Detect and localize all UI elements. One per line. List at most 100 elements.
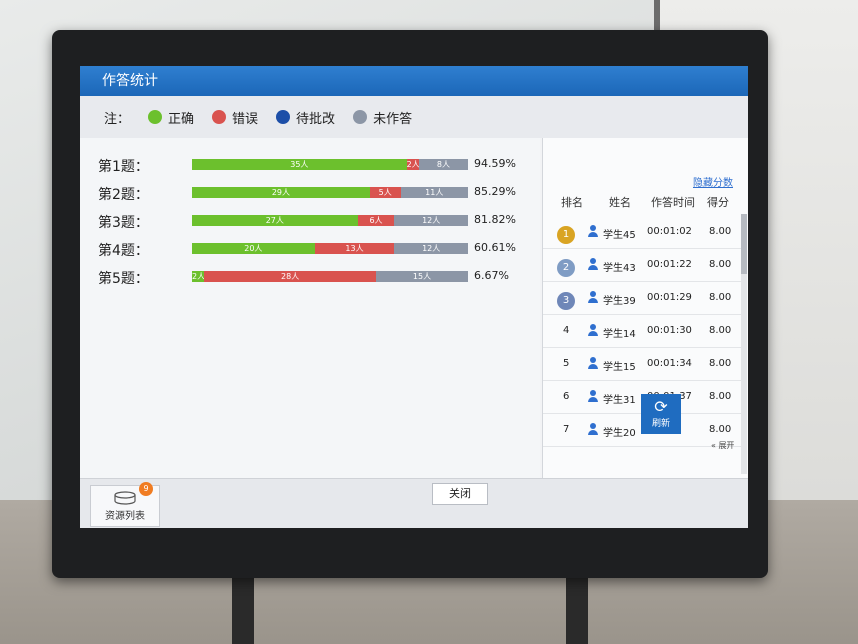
rank-number: 6 <box>563 391 570 402</box>
bar-segment-correct: 29人 <box>192 187 370 198</box>
legend-label-correct: 正确 <box>168 111 195 127</box>
bar-segment-undone: 15人 <box>375 271 468 282</box>
user-icon <box>588 357 598 369</box>
rank-number: 4 <box>563 325 570 336</box>
question-label: 第4题： <box>98 243 149 259</box>
question-label: 第1题： <box>98 159 149 175</box>
student-time: 00:01:02 <box>647 226 692 237</box>
legend: 注： 正确 错误 待批改 未作答 <box>80 96 748 138</box>
question-label: 第5题： <box>98 271 149 287</box>
user-icon <box>588 324 598 336</box>
header-time: 作答时间 <box>651 196 695 209</box>
legend-label-pending: 待批改 <box>296 111 336 127</box>
question-stats-panel: 第1题： 35人 2人 8人 94.59% 第2题： 29人 5人 11人 85.29% 第3题… <box>80 138 540 478</box>
ranking-panel: 隐藏分数 排名 姓名 作答时间 得分 1 学生45 00:01:02 8.00 2 学生4… <box>542 138 748 478</box>
ranking-row[interactable]: 4 学生14 00:01:30 8.00 <box>543 315 741 348</box>
student-time: 00:01:30 <box>647 325 692 336</box>
medal-silver-icon: 2 <box>557 259 575 277</box>
bar-segment-correct: 20人 <box>192 243 315 254</box>
legend-dot-undone <box>353 110 368 124</box>
question-row: 第5题： 2人 28人 15人 6.67% <box>98 268 528 288</box>
user-icon <box>588 225 598 237</box>
medal-gold-icon: 1 <box>557 226 575 244</box>
ranking-row[interactable]: 3 学生39 00:01:29 8.00 <box>543 282 741 315</box>
bar-segment-undone: 12人 <box>394 243 468 254</box>
user-icon <box>588 258 598 270</box>
student-score: 8.00 <box>709 391 732 402</box>
student-score: 8.00 <box>709 325 732 336</box>
student-score: 8.00 <box>709 292 732 303</box>
user-icon <box>588 423 598 435</box>
question-row: 第4题： 20人 13人 12人 60.61% <box>98 240 528 260</box>
question-percent: 6.67% <box>474 269 509 282</box>
legend-item-correct: 正确 <box>148 108 194 127</box>
bar-segment-wrong: 6人 <box>357 215 395 226</box>
student-time: 00:01:34 <box>647 358 692 369</box>
legend-label-undone: 未作答 <box>373 111 413 127</box>
resource-list-button[interactable]: 资源列表 9 <box>90 482 160 527</box>
bar-segment-wrong: 5人 <box>369 187 401 198</box>
question-label: 第3题： <box>98 215 149 231</box>
bar-segment-undone: 11人 <box>400 187 468 198</box>
question-bar: 2人 28人 15人 <box>192 271 468 282</box>
legend-item-pending: 待批改 <box>276 108 335 127</box>
bar-segment-correct: 2人 <box>192 271 205 282</box>
ranking-scrollbar[interactable] <box>741 214 747 474</box>
legend-item-undone: 未作答 <box>353 108 412 127</box>
refresh-label: 刷新 <box>651 419 670 429</box>
refresh-icon: ⟳ <box>654 397 668 416</box>
ranking-row[interactable]: 5 学生15 00:01:34 8.00 <box>543 348 741 381</box>
student-score: 8.00 <box>709 226 732 237</box>
header-name: 姓名 <box>609 196 631 209</box>
medal-bronze-icon: 3 <box>557 292 575 310</box>
student-score: 8.00 <box>709 259 732 270</box>
student-name: 学生15 <box>603 362 636 373</box>
rank-number: 7 <box>563 424 570 435</box>
question-row: 第3题： 27人 6人 12人 81.82% <box>98 212 528 232</box>
student-name: 学生14 <box>603 329 636 340</box>
question-bar: 35人 2人 8人 <box>192 159 468 170</box>
header-rank: 排名 <box>561 196 583 209</box>
legend-item-wrong: 错误 <box>212 108 258 127</box>
question-row: 第2题： 29人 5人 11人 85.29% <box>98 184 528 204</box>
ranking-row[interactable]: 1 学生45 00:01:02 8.00 <box>543 216 741 249</box>
bar-segment-wrong: 28人 <box>204 271 376 282</box>
expand-toggle[interactable]: « 展开 <box>711 440 734 451</box>
bar-segment-undone: 12人 <box>394 215 468 226</box>
window-title: 作答统计 <box>80 66 748 96</box>
screen: 作答统计 注： 正确 错误 待批改 未作答 第1题： 35人 2人 8人 94.59% … <box>80 66 748 528</box>
bar-segment-wrong: 13人 <box>314 243 395 254</box>
hide-score-link[interactable]: 隐藏分数 <box>693 174 733 189</box>
bar-segment-wrong: 2人 <box>406 159 419 170</box>
legend-prefix: 注： <box>104 111 131 127</box>
question-percent: 94.59% <box>474 157 516 170</box>
bottom-bar: 资源列表 9 关闭 <box>80 478 748 528</box>
user-icon <box>588 390 598 402</box>
refresh-button[interactable]: ⟳ 刷新 <box>641 394 681 434</box>
question-percent: 81.82% <box>474 213 516 226</box>
question-row: 第1题： 35人 2人 8人 94.59% <box>98 156 528 176</box>
question-label: 第2题： <box>98 187 149 203</box>
question-bar: 27人 6人 12人 <box>192 215 468 226</box>
student-time: 00:01:22 <box>647 259 692 270</box>
student-name: 学生20 <box>603 428 636 439</box>
student-time: 00:01:29 <box>647 292 692 303</box>
legend-dot-wrong <box>212 110 227 124</box>
resource-badge: 9 <box>139 482 153 496</box>
student-score: 8.00 <box>709 358 732 369</box>
question-percent: 85.29% <box>474 185 516 198</box>
resource-list-label: 资源列表 <box>105 511 145 522</box>
header-score: 得分 <box>707 196 729 209</box>
legend-dot-pending <box>276 110 291 124</box>
student-name: 学生39 <box>603 296 636 307</box>
question-bar: 29人 5人 11人 <box>192 187 468 198</box>
bar-segment-correct: 35人 <box>192 159 407 170</box>
bar-segment-correct: 27人 <box>192 215 358 226</box>
ranking-row[interactable]: 2 学生43 00:01:22 8.00 <box>543 249 741 282</box>
scrollbar-thumb[interactable] <box>741 214 747 274</box>
close-button[interactable]: 关闭 <box>432 483 488 505</box>
student-name: 学生31 <box>603 395 636 406</box>
rank-number: 5 <box>563 358 570 369</box>
ranking-header: 排名 姓名 作答时间 得分 <box>543 190 748 214</box>
legend-label-wrong: 错误 <box>232 111 259 127</box>
